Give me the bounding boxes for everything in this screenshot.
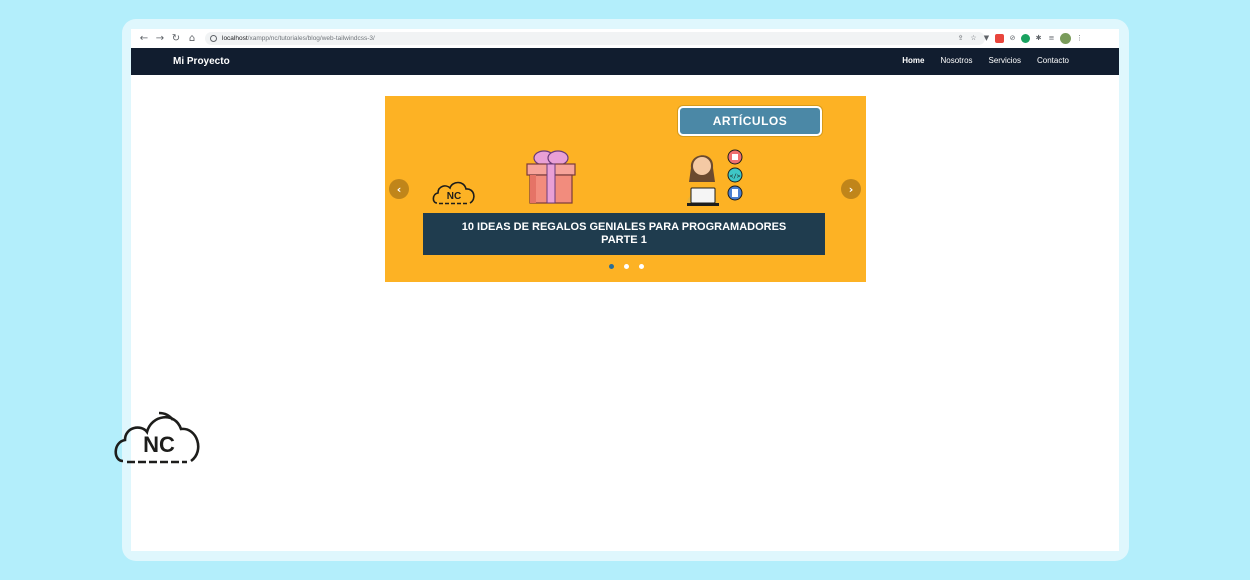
site-navbar: Mi Proyecto Home Nosotros Servicios Cont…	[131, 48, 1119, 75]
url-path: /xampp/nc/tutoriales/blog/web-tailwindcs…	[247, 35, 375, 42]
nc-logo-text: NC	[447, 191, 461, 202]
nav-item-servicios[interactable]: Servicios	[989, 56, 1021, 65]
profile-avatar[interactable]	[1060, 33, 1071, 44]
image-carousel: ARTÍCULOS NC </> 10 IDEAS DE REGALOS GEN…	[385, 96, 866, 282]
share-icon[interactable]: ⇪	[956, 34, 965, 43]
extension-vue-icon[interactable]: ▼	[982, 34, 991, 43]
address-bar[interactable]: localhost/xampp/nc/tutoriales/blog/web-t…	[205, 32, 985, 45]
chevron-left-icon: ‹	[396, 182, 402, 196]
extension-block-icon[interactable]: ⊘	[1008, 34, 1017, 43]
programmer-illustration-icon: </>	[687, 149, 743, 206]
caption-line-1: 10 IDEAS DE REGALOS GENIALES PARA PROGRA…	[461, 221, 787, 233]
gift-icon	[526, 150, 576, 204]
browser-window: ← → ↻ ⌂ localhost/xampp/nc/tutoriales/bl…	[131, 29, 1119, 551]
carousel-dot-3[interactable]	[639, 264, 644, 269]
caption-line-2: PARTE 1	[601, 234, 647, 246]
url-host: localhost	[222, 35, 248, 42]
nav-item-contacto[interactable]: Contacto	[1037, 56, 1069, 65]
watermark-logo-text: NC	[143, 432, 175, 457]
url-text: localhost/xampp/nc/tutoriales/blog/web-t…	[222, 35, 375, 42]
extension-green-icon[interactable]	[1021, 34, 1030, 43]
reading-list-icon[interactable]: ≡	[1047, 34, 1056, 43]
slide-caption: 10 IDEAS DE REGALOS GENIALES PARA PROGRA…	[423, 213, 825, 255]
site-info-icon[interactable]	[210, 35, 217, 42]
carousel-indicators	[609, 264, 644, 269]
carousel-dot-1[interactable]	[609, 264, 614, 269]
nc-watermark-logo-icon: NC	[114, 411, 200, 464]
kebab-menu-icon[interactable]: ⋮	[1075, 34, 1084, 43]
forward-icon[interactable]: →	[152, 31, 168, 47]
home-icon[interactable]: ⌂	[184, 31, 200, 47]
nav-menu: Home Nosotros Servicios Contacto	[902, 56, 1069, 65]
nav-item-nosotros[interactable]: Nosotros	[941, 56, 973, 65]
bookmark-star-icon[interactable]: ☆	[969, 34, 978, 43]
extensions-puzzle-icon[interactable]: ✱	[1034, 34, 1043, 43]
site-brand[interactable]: Mi Proyecto	[173, 56, 230, 67]
extension-red-icon[interactable]	[995, 34, 1004, 43]
reload-icon[interactable]: ↻	[168, 31, 184, 47]
back-icon[interactable]: ←	[136, 31, 152, 47]
carousel-dot-2[interactable]	[624, 264, 629, 269]
extensions-area: ⇪ ☆ ▼ ⊘ ✱ ≡ ⋮	[956, 32, 1084, 45]
nav-item-home[interactable]: Home	[902, 56, 924, 65]
carousel-prev-button[interactable]: ‹	[389, 179, 409, 199]
browser-toolbar: ← → ↻ ⌂ localhost/xampp/nc/tutoriales/bl…	[131, 29, 1119, 48]
svg-text:</>: </>	[730, 173, 741, 180]
chevron-right-icon: ›	[848, 182, 854, 196]
carousel-next-button[interactable]: ›	[841, 179, 861, 199]
articles-badge: ARTÍCULOS	[678, 106, 822, 136]
nc-cloud-logo-icon: NC	[432, 181, 475, 205]
